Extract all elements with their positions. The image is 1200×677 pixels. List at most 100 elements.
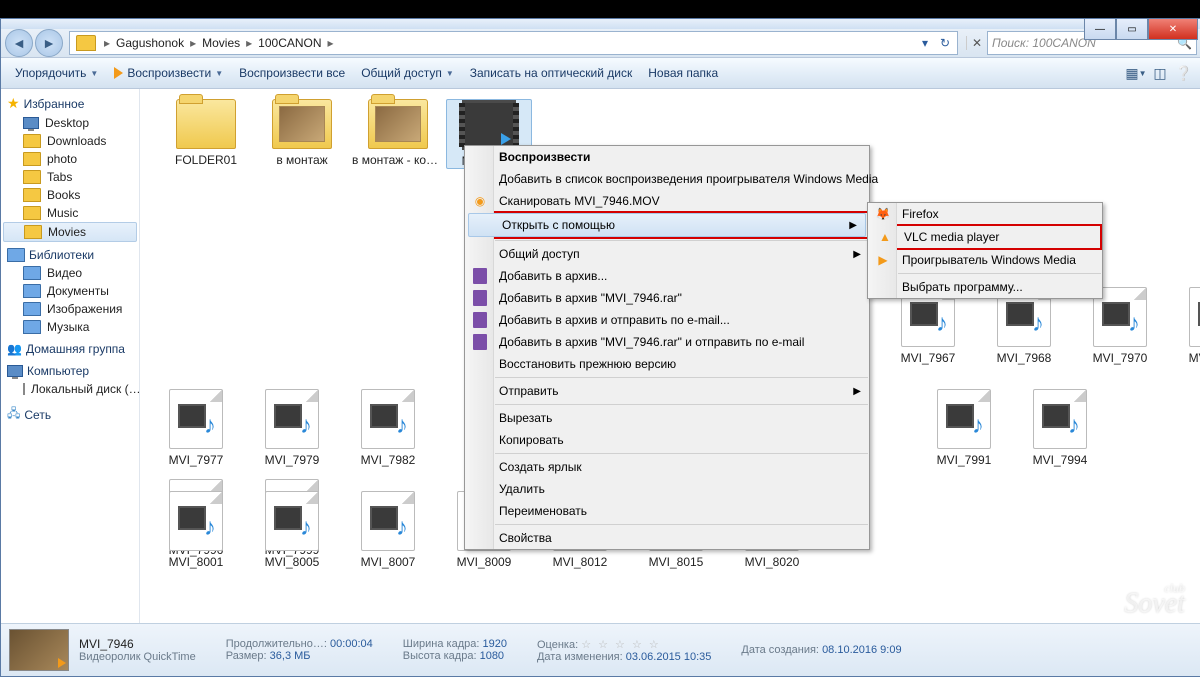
audio-icon bbox=[23, 320, 41, 334]
favorites-header[interactable]: ★Избранное bbox=[1, 93, 139, 114]
sidebar-item-downloads[interactable]: Downloads bbox=[1, 132, 139, 150]
file-item[interactable]: ♪MVI_7994 bbox=[1012, 389, 1108, 467]
ctx-add-rar-email[interactable]: Добавить в архив "MVI_7946.rar" и отправ… bbox=[465, 331, 869, 353]
organize-button[interactable]: Упорядочить▼ bbox=[7, 62, 106, 84]
new-folder-button[interactable]: Новая папка bbox=[640, 62, 726, 84]
sidebar-item-tabs[interactable]: Tabs bbox=[1, 168, 139, 186]
play-button[interactable]: Воспроизвести▼ bbox=[106, 62, 231, 84]
ctx-add-email[interactable]: Добавить в архив и отправить по e-mail..… bbox=[465, 309, 869, 331]
view-button[interactable]: ▦▼ bbox=[1125, 62, 1147, 84]
sidebar-item-images[interactable]: Изображения bbox=[1, 300, 139, 318]
back-button[interactable]: ◄ bbox=[5, 29, 33, 57]
close-button[interactable]: ✕ bbox=[1148, 19, 1198, 40]
ctx-scan[interactable]: ◉Сканировать MVI_7946.MOV bbox=[465, 190, 869, 212]
firefox-icon: 🦊 bbox=[874, 205, 892, 223]
ctx-restore[interactable]: Восстановить прежнюю версию bbox=[465, 353, 869, 375]
ctx-copy[interactable]: Копировать bbox=[465, 429, 869, 451]
library-icon bbox=[7, 248, 25, 262]
desktop-icon bbox=[23, 117, 39, 129]
sub-vlc[interactable]: ▲VLC media player bbox=[870, 226, 1100, 248]
titlebar bbox=[1, 19, 1200, 29]
details-pane: MVI_7946 Видеоролик QuickTime Продолжите… bbox=[1, 623, 1200, 676]
search-placeholder: Поиск: 100CANON bbox=[992, 36, 1096, 50]
folder-icon bbox=[23, 134, 41, 148]
maximize-button[interactable]: ▭ bbox=[1116, 19, 1148, 40]
ctx-delete[interactable]: Удалить bbox=[465, 478, 869, 500]
file-item[interactable]: ♪MVI_7979 bbox=[244, 389, 340, 467]
file-item[interactable]: ♪MVI_7991 bbox=[916, 389, 1012, 467]
path-seg-3[interactable]: 100CANON bbox=[256, 36, 323, 50]
libraries-header[interactable]: Библиотеки bbox=[1, 246, 139, 264]
share-button[interactable]: Общий доступ▼ bbox=[353, 62, 462, 84]
computer-icon bbox=[7, 365, 23, 377]
path-seg-1[interactable]: Gagushonok bbox=[114, 36, 186, 50]
vlc-icon: ▲ bbox=[876, 228, 894, 246]
folder-icon bbox=[23, 170, 41, 184]
ctx-add-wmp[interactable]: Добавить в список воспроизведения проигр… bbox=[465, 168, 869, 190]
file-item[interactable]: ♪MVI_7982 bbox=[340, 389, 436, 467]
play-all-button[interactable]: Воспроизвести все bbox=[231, 62, 353, 84]
sub-choose[interactable]: Выбрать программу... bbox=[868, 276, 1102, 298]
wmp-icon: ▶ bbox=[874, 251, 892, 269]
path-sep: ▸ bbox=[100, 36, 114, 50]
sidebar: ★Избранное Desktop Downloads photo Tabs … bbox=[1, 89, 140, 628]
computer-header[interactable]: Компьютер bbox=[1, 362, 139, 380]
rating-stars[interactable]: ☆ ☆ ☆ ☆ ☆ bbox=[581, 639, 661, 651]
file-item[interactable]: ♪MVI_8005 bbox=[244, 491, 340, 569]
ctx-shortcut[interactable]: Создать ярлык bbox=[465, 456, 869, 478]
ctx-share[interactable]: Общий доступ▶ bbox=[465, 243, 869, 265]
path-seg-2[interactable]: Movies bbox=[200, 36, 242, 50]
homegroup-header[interactable]: 👥Домашняя группа bbox=[1, 340, 139, 358]
disk-icon bbox=[23, 383, 25, 395]
ctx-add-archive[interactable]: Добавить в архив... bbox=[465, 265, 869, 287]
file-item[interactable]: ♪MVI_7971 bbox=[1168, 287, 1200, 365]
context-menu: Воспроизвести Добавить в список воспроиз… bbox=[464, 145, 870, 550]
preview-pane-button[interactable]: ◫ bbox=[1149, 62, 1171, 84]
sidebar-item-movies[interactable]: Movies bbox=[3, 222, 137, 242]
sidebar-item-photo[interactable]: photo bbox=[1, 150, 139, 168]
ctx-properties[interactable]: Свойства bbox=[465, 527, 869, 549]
folder-item[interactable]: в монтаж bbox=[254, 99, 350, 169]
ctx-open-with[interactable]: Открыть с помощью▶ bbox=[468, 213, 866, 237]
folder-item[interactable]: в монтаж - копия bbox=[350, 99, 446, 169]
file-item[interactable]: ♪MVI_8001 bbox=[148, 491, 244, 569]
folder-icon bbox=[76, 35, 96, 51]
play-icon bbox=[114, 67, 123, 79]
stop-button[interactable]: ✕ bbox=[966, 36, 987, 50]
sidebar-item-music[interactable]: Music bbox=[1, 204, 139, 222]
sidebar-item-desktop[interactable]: Desktop bbox=[1, 114, 139, 132]
burn-button[interactable]: Записать на оптический диск bbox=[462, 62, 641, 84]
sub-wmp[interactable]: ▶Проигрыватель Windows Media bbox=[868, 249, 1102, 271]
details-type: Видеоролик QuickTime bbox=[79, 651, 196, 663]
folder-item[interactable]: FOLDER01 bbox=[158, 99, 254, 169]
network-header[interactable]: 🖧Сеть bbox=[1, 402, 139, 427]
address-bar[interactable]: ▸ Gagushonok ▸ Movies ▸ 100CANON ▸ ▾ ↻ bbox=[69, 31, 958, 55]
help-button[interactable]: ❔ bbox=[1173, 62, 1195, 84]
file-item[interactable]: ♪MVI_7977 bbox=[148, 389, 244, 467]
video-icon bbox=[23, 266, 41, 280]
documents-icon bbox=[23, 284, 41, 298]
sidebar-item-localdisk[interactable]: Локальный диск (… bbox=[1, 380, 139, 398]
sidebar-item-audio[interactable]: Музыка bbox=[1, 318, 139, 336]
ctx-rename[interactable]: Переименовать bbox=[465, 500, 869, 522]
ctx-play[interactable]: Воспроизвести bbox=[465, 146, 869, 168]
details-thumb bbox=[9, 629, 69, 671]
ctx-add-rar[interactable]: Добавить в архив "MVI_7946.rar" bbox=[465, 287, 869, 309]
minimize-button[interactable]: — bbox=[1084, 19, 1116, 40]
folder-icon bbox=[23, 152, 41, 166]
ctx-send[interactable]: Отправить▶ bbox=[465, 380, 869, 402]
file-item[interactable]: ♪MVI_8007 bbox=[340, 491, 436, 569]
path-dropdown[interactable]: ▾ bbox=[915, 36, 935, 50]
details-name: MVI_7946 bbox=[79, 637, 196, 651]
sidebar-item-video[interactable]: Видео bbox=[1, 264, 139, 282]
refresh-button[interactable]: ↻ bbox=[935, 36, 955, 50]
folder-icon bbox=[24, 225, 42, 239]
forward-button[interactable]: ► bbox=[35, 29, 63, 57]
folder-icon bbox=[23, 188, 41, 202]
sidebar-item-books[interactable]: Books bbox=[1, 186, 139, 204]
nav-row: ◄ ► ▸ Gagushonok ▸ Movies ▸ 100CANON ▸ ▾… bbox=[1, 29, 1200, 58]
sub-firefox[interactable]: 🦊Firefox bbox=[868, 203, 1102, 225]
scan-icon: ◉ bbox=[471, 192, 489, 210]
ctx-cut[interactable]: Вырезать bbox=[465, 407, 869, 429]
sidebar-item-documents[interactable]: Документы bbox=[1, 282, 139, 300]
